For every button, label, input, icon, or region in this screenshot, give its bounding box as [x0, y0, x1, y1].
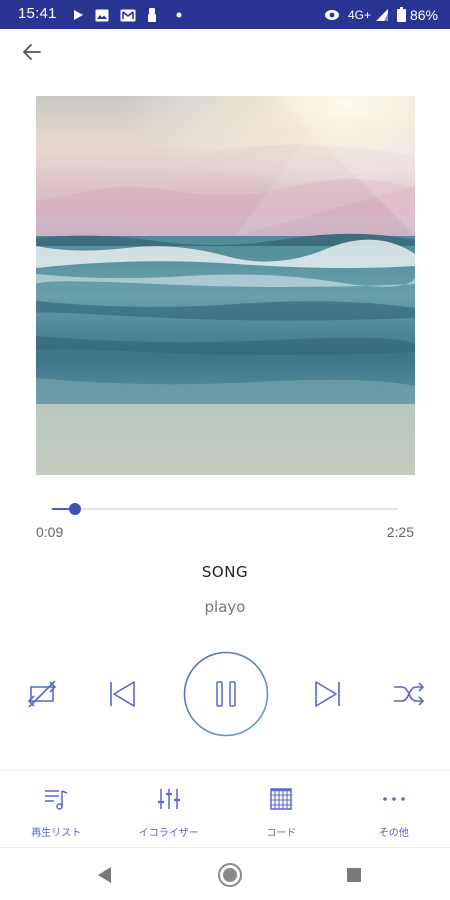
tab-label-playlist: 再生リスト	[31, 828, 82, 839]
playlist-icon	[42, 785, 70, 813]
seek-thumb[interactable]	[69, 503, 82, 515]
more-icon	[380, 785, 408, 813]
equalizer-icon	[155, 785, 183, 813]
previous-button[interactable]	[100, 672, 144, 716]
back-button[interactable]	[18, 38, 46, 66]
dot-icon	[176, 12, 182, 18]
tab-label-equalizer: イコライザー	[138, 828, 199, 839]
eye-icon	[324, 9, 339, 20]
tab-equalizer[interactable]: イコライザー	[113, 771, 226, 847]
status-time: 15:41	[18, 5, 57, 22]
play-icon	[74, 10, 83, 20]
gmail-icon	[120, 9, 136, 21]
skip-previous-icon	[110, 681, 135, 707]
battery-icon	[396, 7, 406, 22]
status-bar: 15:41 4G+ 86%	[0, 0, 450, 29]
tab-label-more: その他	[378, 828, 409, 839]
arrow-back-icon	[23, 44, 41, 60]
song-title: SONG	[201, 563, 249, 581]
pause-icon	[183, 651, 269, 737]
skip-next-icon	[315, 681, 340, 707]
seek-track	[52, 508, 398, 510]
total-time: 2:25	[386, 524, 414, 540]
shuffle-button[interactable]	[387, 672, 431, 716]
image-icon	[95, 9, 109, 21]
repeat-off-icon	[27, 680, 57, 708]
tab-playlist[interactable]: 再生リスト	[0, 771, 113, 847]
status-right: 4G+ 86%	[324, 5, 438, 24]
bottom-tab-bar: 再生リスト イコライザー コード その他	[0, 770, 450, 848]
current-time: 0:09	[36, 524, 64, 540]
album-artwork	[36, 96, 415, 475]
tab-more[interactable]: その他	[338, 771, 450, 847]
tab-label-chord: コード	[266, 828, 297, 839]
nav-back-button[interactable]	[90, 861, 118, 889]
battery-percent: 86%	[409, 6, 438, 23]
system-nav-bar	[0, 849, 450, 900]
song-artist: playo	[204, 598, 246, 616]
notification-icons	[72, 6, 182, 24]
recents-square-icon	[347, 868, 361, 882]
repeat-button[interactable]	[20, 672, 64, 716]
nav-recents-button[interactable]	[340, 861, 368, 889]
chord-grid-icon	[267, 785, 295, 813]
next-button[interactable]	[306, 672, 350, 716]
nav-home-button[interactable]	[216, 861, 244, 889]
person-icon	[148, 8, 156, 22]
shuffle-icon	[394, 682, 425, 706]
tab-chord[interactable]: コード	[225, 771, 338, 847]
back-triangle-icon	[98, 867, 111, 883]
album-image	[36, 96, 415, 475]
play-pause-button[interactable]	[183, 651, 269, 737]
network-type: 4G+	[347, 7, 371, 22]
signal-icon	[375, 8, 388, 21]
seek-bar[interactable]	[52, 500, 398, 518]
home-circle-icon	[218, 863, 242, 887]
